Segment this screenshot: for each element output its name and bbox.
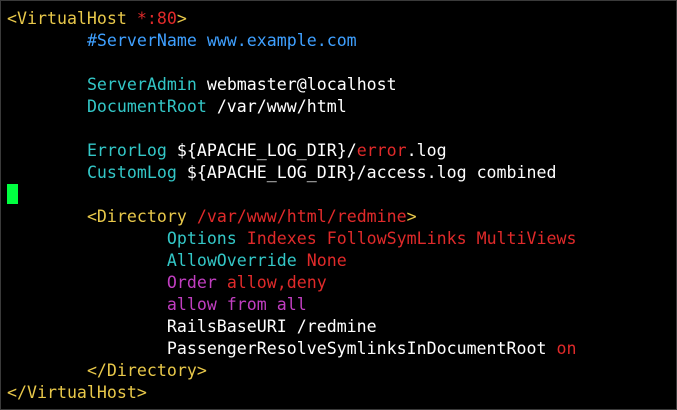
code-token: Indexes FollowSymLinks MultiViews (246, 229, 577, 248)
code-token: </Directory> (86, 361, 207, 380)
code-line: Order allow,deny (7, 272, 576, 294)
code-line: <VirtualHost *:80> (7, 8, 576, 30)
text-cursor (7, 184, 18, 204)
code-line: allow from all (7, 294, 576, 316)
editor-text-area[interactable]: <VirtualHost *:80> #ServerName www.examp… (7, 8, 576, 404)
code-line: ServerAdmin webmaster@localhost (7, 74, 576, 96)
code-line: AllowOverride None (7, 250, 576, 272)
code-token: allow,deny (226, 273, 327, 292)
code-token: ErrorLog (86, 141, 167, 160)
code-line: </Directory> (7, 360, 576, 382)
code-token: <Directory (86, 207, 197, 226)
code-line: DocumentRoot /var/www/html (7, 96, 576, 118)
code-token: AllowOverride (166, 251, 297, 270)
code-line: RailsBaseURI /redmine (7, 316, 576, 338)
code-token: RailsBaseURI /redmine (166, 317, 377, 336)
code-token: None (306, 251, 347, 270)
code-token: webmaster@localhost (196, 75, 397, 94)
code-token: <VirtualHost (7, 9, 137, 28)
code-token: Options (166, 229, 237, 248)
code-line: </VirtualHost> (7, 382, 576, 404)
code-token: ${APACHE_LOG_DIR}/ (166, 141, 357, 160)
code-token: PassengerResolveSymlinksInDocumentRoot (166, 339, 557, 358)
terminal-window[interactable]: <VirtualHost *:80> #ServerName www.examp… (0, 0, 677, 410)
code-token: *:80 (136, 9, 177, 28)
code-token: /var/www/html (206, 97, 347, 116)
code-token: /var/www/html/redmine (196, 207, 407, 226)
code-line: ErrorLog ${APACHE_LOG_DIR}/error.log (7, 140, 576, 162)
code-line: <Directory /var/www/html/redmine> (7, 206, 576, 228)
code-token: > (176, 9, 187, 28)
code-token: ${APACHE_LOG_DIR}/access.log combined (176, 163, 557, 182)
code-line: #ServerName www.example.com (7, 30, 576, 52)
code-token: on (556, 339, 577, 358)
code-token: .log (406, 141, 447, 160)
code-token: allow from all (166, 295, 307, 314)
code-line: PassengerResolveSymlinksInDocumentRoot o… (7, 338, 577, 360)
code-token: error (356, 141, 407, 160)
code-token: CustomLog (86, 163, 177, 182)
code-line: CustomLog ${APACHE_LOG_DIR}/access.log c… (7, 162, 576, 184)
code-token: > (406, 207, 417, 226)
code-token: ServerAdmin (86, 75, 197, 94)
code-line (7, 184, 576, 206)
code-line: Options Indexes FollowSymLinks MultiView… (7, 228, 577, 250)
code-token: DocumentRoot (86, 97, 207, 116)
code-token: </VirtualHost> (7, 383, 147, 402)
code-token: Order (166, 273, 217, 292)
code-token: #ServerName www.example.com (86, 31, 357, 50)
